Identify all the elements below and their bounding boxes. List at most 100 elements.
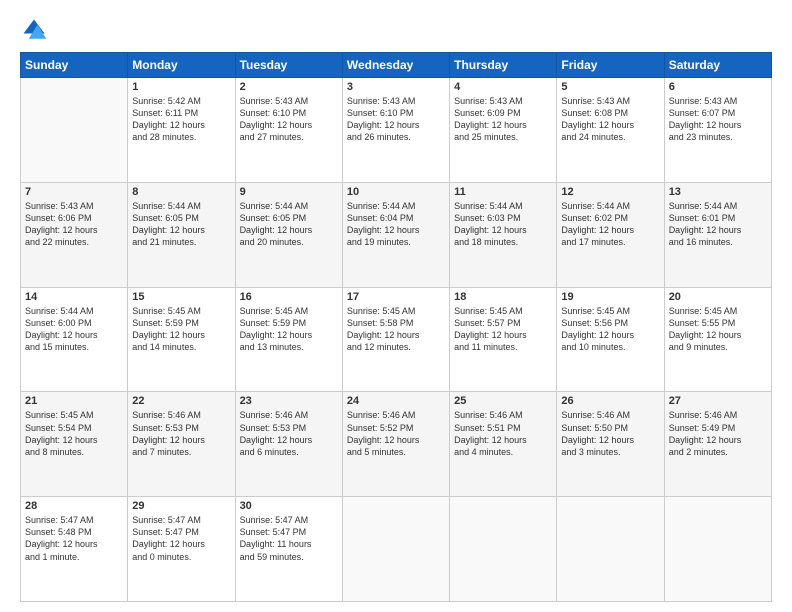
calendar-cell: 7 Sunrise: 5:43 AMSunset: 6:06 PMDaylight…: [21, 182, 128, 287]
day-number: 25: [454, 395, 552, 407]
calendar-cell: 6 Sunrise: 5:43 AMSunset: 6:07 PMDaylight…: [664, 78, 771, 183]
calendar-table: SundayMondayTuesdayWednesdayThursdayFrid…: [20, 52, 772, 602]
cell-info: Sunrise: 5:47 AMSunset: 5:47 PMDaylight:…: [132, 514, 230, 563]
cell-info: Sunrise: 5:45 AMSunset: 5:55 PMDaylight:…: [669, 305, 767, 354]
calendar-cell: 1 Sunrise: 5:42 AMSunset: 6:11 PMDaylight…: [128, 78, 235, 183]
weekday-friday: Friday: [557, 53, 664, 78]
week-row-1: 1 Sunrise: 5:42 AMSunset: 6:11 PMDaylight…: [21, 78, 772, 183]
cell-info: Sunrise: 5:43 AMSunset: 6:09 PMDaylight:…: [454, 95, 552, 144]
day-number: 23: [240, 395, 338, 407]
cell-info: Sunrise: 5:45 AMSunset: 5:54 PMDaylight:…: [25, 409, 123, 458]
calendar-cell: [664, 497, 771, 602]
calendar-cell: 8 Sunrise: 5:44 AMSunset: 6:05 PMDaylight…: [128, 182, 235, 287]
calendar-cell: 4 Sunrise: 5:43 AMSunset: 6:09 PMDaylight…: [450, 78, 557, 183]
weekday-sunday: Sunday: [21, 53, 128, 78]
calendar-cell: 28 Sunrise: 5:47 AMSunset: 5:48 PMDayligh…: [21, 497, 128, 602]
logo: [20, 16, 50, 44]
calendar-cell: 23Sunrise: 5:46 AMSunset: 5:53 PMDayligh…: [235, 392, 342, 497]
cell-info: Sunrise: 5:43 AMSunset: 6:10 PMDaylight:…: [240, 95, 338, 144]
cell-info: Sunrise: 5:44 AMSunset: 6:02 PMDaylight:…: [561, 200, 659, 249]
cell-info: Sunrise: 5:44 AMSunset: 6:04 PMDaylight:…: [347, 200, 445, 249]
cell-info: Sunrise: 5:43 AMSunset: 6:07 PMDaylight:…: [669, 95, 767, 144]
cell-info: Sunrise: 5:45 AMSunset: 5:58 PMDaylight:…: [347, 305, 445, 354]
calendar-cell: 16 Sunrise: 5:45 AMSunset: 5:59 PMDayligh…: [235, 287, 342, 392]
calendar-cell: 26Sunrise: 5:46 AMSunset: 5:50 PMDayligh…: [557, 392, 664, 497]
day-number: 19: [561, 291, 659, 303]
cell-info: Sunrise: 5:44 AMSunset: 6:05 PMDaylight:…: [240, 200, 338, 249]
day-number: 9: [240, 186, 338, 198]
day-number: 28: [25, 500, 123, 512]
day-number: 22: [132, 395, 230, 407]
calendar-cell: 29 Sunrise: 5:47 AMSunset: 5:47 PMDayligh…: [128, 497, 235, 602]
day-number: 14: [25, 291, 123, 303]
calendar-cell: 10 Sunrise: 5:44 AMSunset: 6:04 PMDayligh…: [342, 182, 449, 287]
page: SundayMondayTuesdayWednesdayThursdayFrid…: [0, 0, 792, 612]
cell-info: Sunrise: 5:44 AMSunset: 6:00 PMDaylight:…: [25, 305, 123, 354]
cell-info: Sunrise: 5:46 AMSunset: 5:50 PMDaylight:…: [561, 409, 659, 458]
day-number: 30: [240, 500, 338, 512]
day-number: 3: [347, 81, 445, 93]
calendar-cell: 9 Sunrise: 5:44 AMSunset: 6:05 PMDaylight…: [235, 182, 342, 287]
weekday-monday: Monday: [128, 53, 235, 78]
weekday-saturday: Saturday: [664, 53, 771, 78]
day-number: 6: [669, 81, 767, 93]
cell-info: Sunrise: 5:45 AMSunset: 5:59 PMDaylight:…: [132, 305, 230, 354]
day-number: 27: [669, 395, 767, 407]
cell-info: Sunrise: 5:44 AMSunset: 6:01 PMDaylight:…: [669, 200, 767, 249]
header: [20, 16, 772, 44]
calendar-cell: 18 Sunrise: 5:45 AMSunset: 5:57 PMDayligh…: [450, 287, 557, 392]
calendar-cell: 27 Sunrise: 5:46 AMSunset: 5:49 PMDayligh…: [664, 392, 771, 497]
cell-info: Sunrise: 5:45 AMSunset: 5:56 PMDaylight:…: [561, 305, 659, 354]
day-number: 24: [347, 395, 445, 407]
cell-info: Sunrise: 5:47 AMSunset: 5:47 PMDaylight:…: [240, 514, 338, 563]
day-number: 2: [240, 81, 338, 93]
day-number: 10: [347, 186, 445, 198]
day-number: 11: [454, 186, 552, 198]
calendar-cell: 17Sunrise: 5:45 AMSunset: 5:58 PMDayligh…: [342, 287, 449, 392]
cell-info: Sunrise: 5:43 AMSunset: 6:08 PMDaylight:…: [561, 95, 659, 144]
day-number: 5: [561, 81, 659, 93]
day-number: 7: [25, 186, 123, 198]
cell-info: Sunrise: 5:43 AMSunset: 6:06 PMDaylight:…: [25, 200, 123, 249]
calendar-cell: 12 Sunrise: 5:44 AMSunset: 6:02 PMDayligh…: [557, 182, 664, 287]
calendar-cell: 20Sunrise: 5:45 AMSunset: 5:55 PMDayligh…: [664, 287, 771, 392]
day-number: 15: [132, 291, 230, 303]
day-number: 13: [669, 186, 767, 198]
cell-info: Sunrise: 5:47 AMSunset: 5:48 PMDaylight:…: [25, 514, 123, 563]
calendar-cell: 30 Sunrise: 5:47 AMSunset: 5:47 PMDayligh…: [235, 497, 342, 602]
calendar-cell: 2 Sunrise: 5:43 AMSunset: 6:10 PMDaylight…: [235, 78, 342, 183]
day-number: 1: [132, 81, 230, 93]
cell-info: Sunrise: 5:45 AMSunset: 5:57 PMDaylight:…: [454, 305, 552, 354]
logo-icon: [20, 16, 48, 44]
cell-info: Sunrise: 5:44 AMSunset: 6:03 PMDaylight:…: [454, 200, 552, 249]
weekday-wednesday: Wednesday: [342, 53, 449, 78]
cell-info: Sunrise: 5:42 AMSunset: 6:11 PMDaylight:…: [132, 95, 230, 144]
calendar-cell: 22 Sunrise: 5:46 AMSunset: 5:53 PMDayligh…: [128, 392, 235, 497]
calendar-cell: 24 Sunrise: 5:46 AMSunset: 5:52 PMDayligh…: [342, 392, 449, 497]
week-row-4: 21 Sunrise: 5:45 AMSunset: 5:54 PMDayligh…: [21, 392, 772, 497]
day-number: 18: [454, 291, 552, 303]
calendar-cell: 19 Sunrise: 5:45 AMSunset: 5:56 PMDayligh…: [557, 287, 664, 392]
weekday-header-row: SundayMondayTuesdayWednesdayThursdayFrid…: [21, 53, 772, 78]
day-number: 8: [132, 186, 230, 198]
week-row-5: 28 Sunrise: 5:47 AMSunset: 5:48 PMDayligh…: [21, 497, 772, 602]
cell-info: Sunrise: 5:45 AMSunset: 5:59 PMDaylight:…: [240, 305, 338, 354]
day-number: 29: [132, 500, 230, 512]
day-number: 4: [454, 81, 552, 93]
week-row-2: 7 Sunrise: 5:43 AMSunset: 6:06 PMDaylight…: [21, 182, 772, 287]
calendar-cell: 25 Sunrise: 5:46 AMSunset: 5:51 PMDayligh…: [450, 392, 557, 497]
cell-info: Sunrise: 5:46 AMSunset: 5:53 PMDaylight:…: [132, 409, 230, 458]
cell-info: Sunrise: 5:44 AMSunset: 6:05 PMDaylight:…: [132, 200, 230, 249]
cell-info: Sunrise: 5:46 AMSunset: 5:49 PMDaylight:…: [669, 409, 767, 458]
cell-info: Sunrise: 5:46 AMSunset: 5:51 PMDaylight:…: [454, 409, 552, 458]
calendar-cell: 15 Sunrise: 5:45 AMSunset: 5:59 PMDayligh…: [128, 287, 235, 392]
calendar-cell: [21, 78, 128, 183]
day-number: 21: [25, 395, 123, 407]
calendar-cell: 14 Sunrise: 5:44 AMSunset: 6:00 PMDayligh…: [21, 287, 128, 392]
day-number: 12: [561, 186, 659, 198]
cell-info: Sunrise: 5:46 AMSunset: 5:52 PMDaylight:…: [347, 409, 445, 458]
weekday-tuesday: Tuesday: [235, 53, 342, 78]
cell-info: Sunrise: 5:43 AMSunset: 6:10 PMDaylight:…: [347, 95, 445, 144]
calendar-cell: [557, 497, 664, 602]
day-number: 16: [240, 291, 338, 303]
